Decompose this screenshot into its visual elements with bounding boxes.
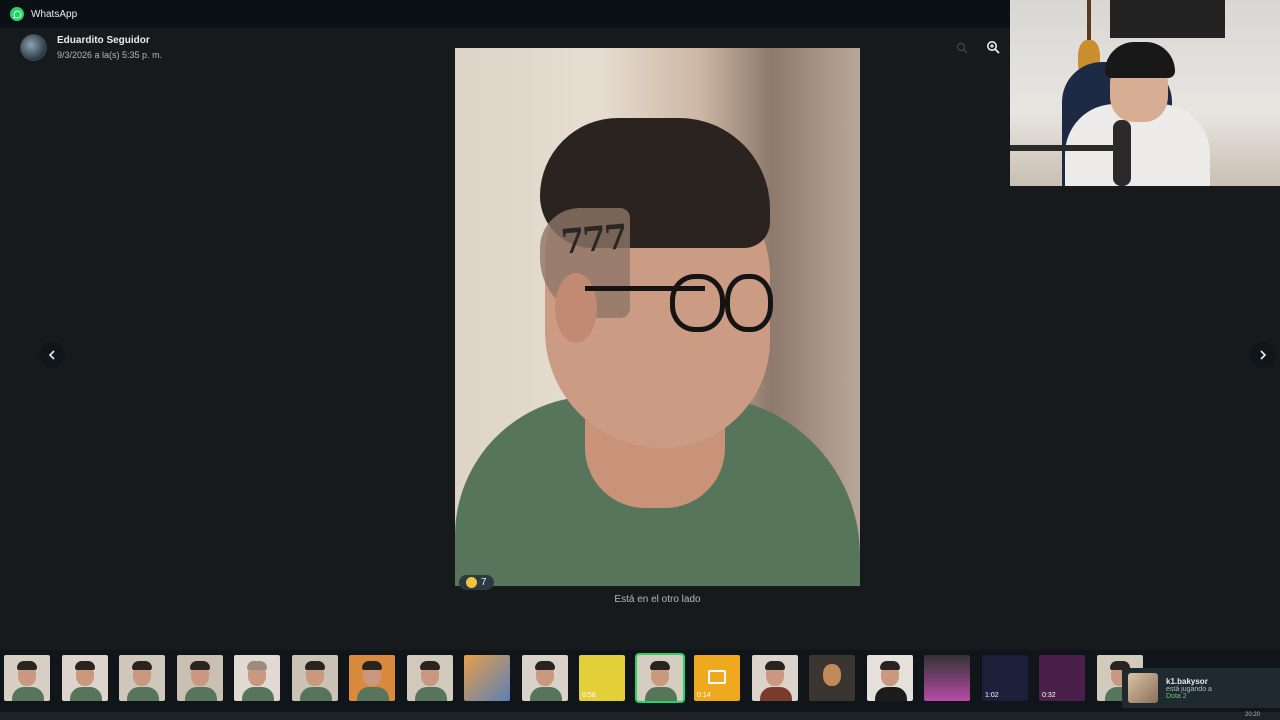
audio-duration: 0:14 <box>697 692 711 699</box>
photo-glasses <box>585 274 785 338</box>
message-date: 9/3/2026 a la(s) 5:35 p. m. <box>57 50 163 60</box>
notification-status: está jugando a <box>1166 685 1212 693</box>
filmstrip-thumb[interactable] <box>867 655 913 701</box>
image-icon <box>708 670 726 684</box>
glasses-lens-left <box>670 274 725 332</box>
media-caption: Está en el otro lado <box>614 594 701 605</box>
filmstrip-thumb[interactable] <box>752 655 798 701</box>
notification-game: Dota 2 <box>1166 692 1187 700</box>
video-duration: 0:58 <box>582 692 596 699</box>
sender-info[interactable]: Eduardito Seguidor 9/3/2026 a la(s) 5:35… <box>20 34 162 61</box>
whatsapp-logo-icon <box>10 7 24 21</box>
notification-name: k1.bakysor <box>1166 676 1208 686</box>
filmstrip-video-thumb[interactable]: 0:58 <box>579 655 625 701</box>
viewer-toolbar <box>956 40 1000 59</box>
webcam-mic-arm <box>1010 145 1120 151</box>
hair-tattoo-text: 777 <box>559 217 628 263</box>
next-media-button[interactable] <box>1250 342 1276 368</box>
filmstrip-video-thumb[interactable]: 0:32 <box>1039 655 1085 701</box>
filmstrip-thumb[interactable] <box>292 655 338 701</box>
filmstrip-thumb[interactable] <box>4 655 50 701</box>
activity-notification[interactable]: k1.bakysor está jugando a Dota 2 <box>1122 668 1280 708</box>
zoom-in-icon[interactable] <box>986 40 1000 59</box>
previous-media-button[interactable] <box>39 342 65 368</box>
filmstrip-thumb[interactable] <box>924 655 970 701</box>
webcam-guitar-neck <box>1087 0 1091 45</box>
webcam-person-hair <box>1105 42 1175 78</box>
os-taskbar: 20:20 <box>0 712 1280 720</box>
glasses-lens-right <box>725 274 773 332</box>
notification-avatar <box>1128 673 1158 703</box>
video-duration: 0:32 <box>1042 692 1056 699</box>
app-title: WhatsApp <box>31 8 78 20</box>
filmstrip-thumb[interactable] <box>407 655 453 701</box>
filmstrip-thumb[interactable] <box>62 655 108 701</box>
filmstrip-thumb[interactable] <box>177 655 223 701</box>
webcam-microphone <box>1113 120 1131 186</box>
filmstrip-thumb[interactable] <box>464 655 510 701</box>
video-duration: 1:02 <box>985 692 999 699</box>
filmstrip-thumb-selected[interactable] <box>635 653 685 703</box>
main-photo[interactable]: 777 <box>455 48 860 586</box>
reaction-badge[interactable]: 7 <box>459 575 494 590</box>
laughing-emoji-icon <box>466 577 477 588</box>
filmstrip-thumb[interactable] <box>349 655 395 701</box>
webcam-overlay <box>1010 0 1280 186</box>
sender-avatar[interactable] <box>20 34 47 61</box>
filmstrip-audio-thumb[interactable]: 0:14 <box>694 655 740 701</box>
filmstrip-video-thumb[interactable]: 1:02 <box>982 655 1028 701</box>
media-filmstrip: 0:58 0:14 1:02 0:32 <box>0 650 1280 712</box>
filmstrip-thumb[interactable] <box>522 655 568 701</box>
chevron-left-icon <box>48 350 55 360</box>
search-icon[interactable] <box>956 41 968 59</box>
filmstrip-thumb[interactable] <box>119 655 165 701</box>
filmstrip-thumb[interactable] <box>809 655 855 701</box>
filmstrip-thumb[interactable] <box>234 655 280 701</box>
app-titlebar: WhatsApp <box>0 0 1010 28</box>
reaction-count: 7 <box>481 577 487 588</box>
chevron-right-icon <box>1260 350 1267 360</box>
taskbar-clock: 20:20 <box>1244 712 1260 718</box>
webcam-tv <box>1110 0 1225 38</box>
sender-name: Eduardito Seguidor <box>57 35 150 46</box>
